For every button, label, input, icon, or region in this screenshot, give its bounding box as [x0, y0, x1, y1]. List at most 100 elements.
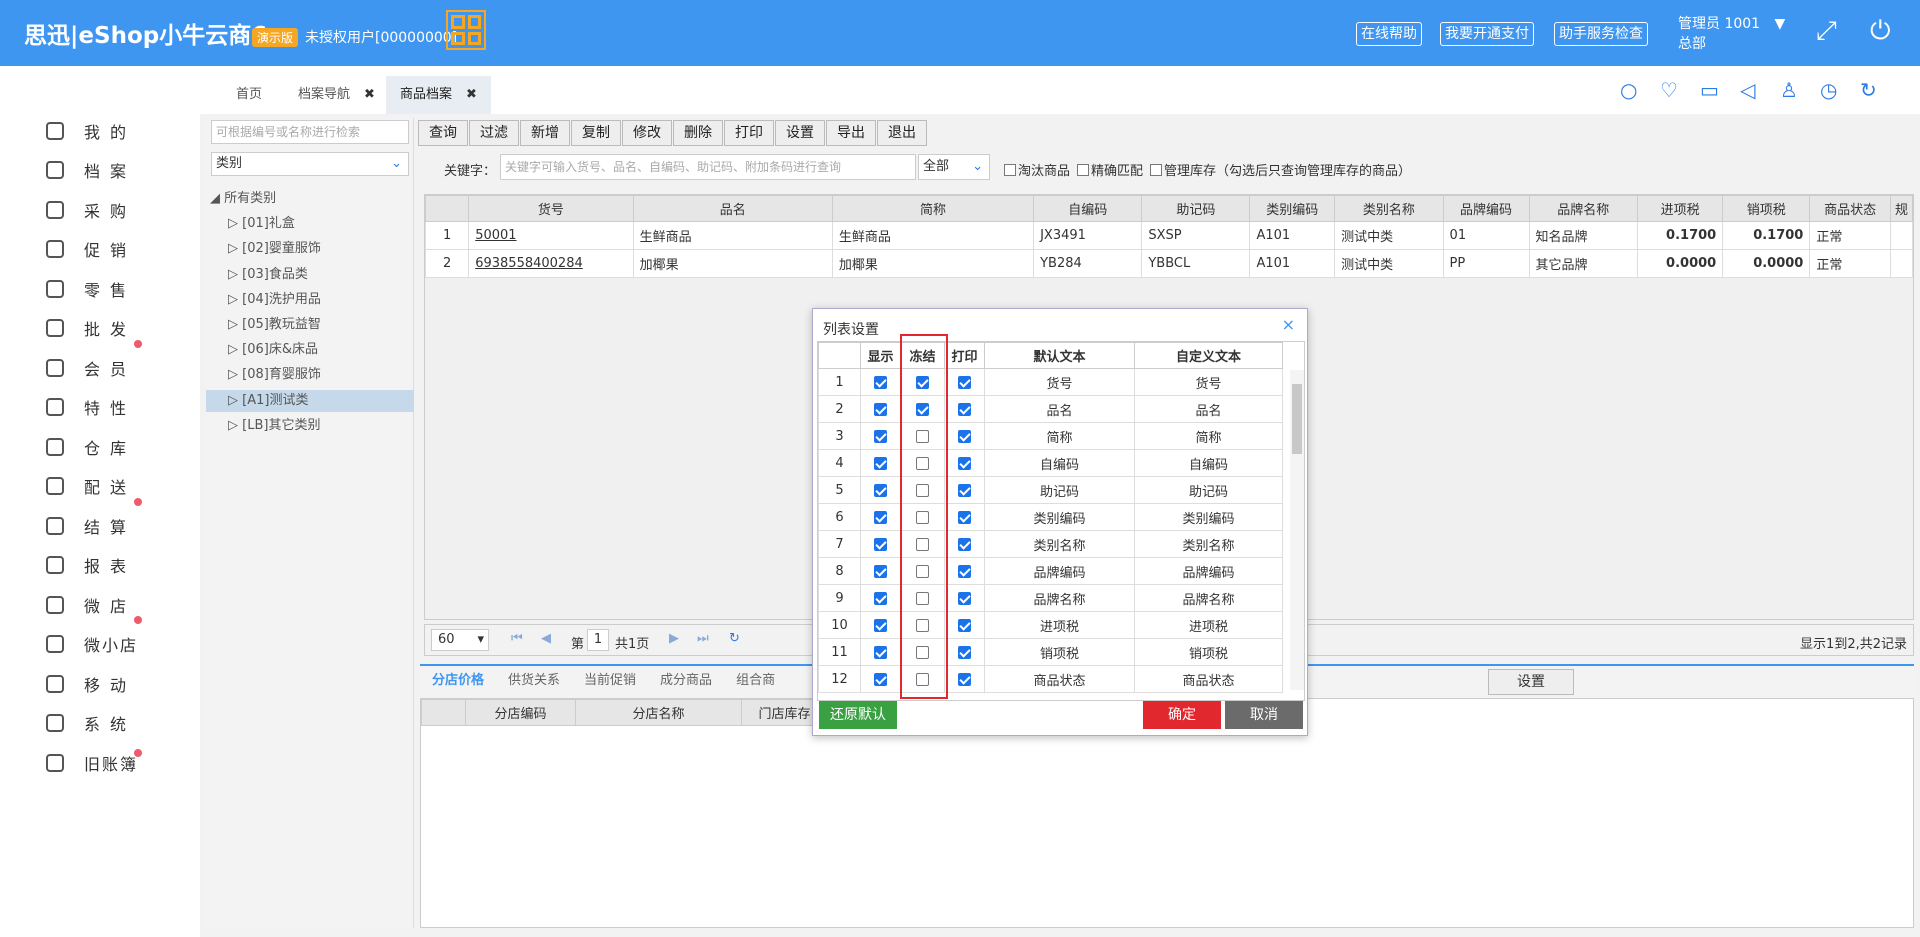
print-checkbox[interactable] — [958, 645, 971, 659]
col-header[interactable]: 助记码 — [1141, 195, 1251, 222]
folder-icon[interactable]: ▭ — [1700, 78, 1719, 102]
qr-code-icon[interactable] — [446, 10, 486, 50]
speaker-icon[interactable]: ◁ — [1740, 78, 1755, 102]
print-checkbox[interactable] — [958, 402, 971, 416]
refresh-icon[interactable]: ↻ — [729, 631, 740, 646]
print-button[interactable]: 打印 — [724, 120, 774, 146]
settings-button[interactable]: 设置 — [775, 120, 825, 146]
sidebar-item-mobile[interactable]: 移动 — [46, 669, 136, 699]
cancel-button[interactable]: 取消 — [1225, 701, 1303, 729]
export-button[interactable]: 导出 — [826, 120, 876, 146]
print-checkbox[interactable] — [958, 456, 971, 470]
sidebar-item-wechat-shop[interactable]: 微店 — [46, 590, 136, 620]
close-icon[interactable]: ✖ — [466, 87, 477, 102]
show-checkbox[interactable] — [874, 375, 887, 389]
confirm-button[interactable]: 确定 — [1143, 701, 1221, 729]
col-header[interactable]: 商品状态 — [1809, 195, 1891, 222]
col-header[interactable]: 规 — [1889, 195, 1913, 222]
tab-components[interactable]: 成分商品 — [648, 668, 724, 694]
show-checkbox[interactable] — [874, 483, 887, 497]
add-button[interactable]: 新增 — [520, 120, 570, 146]
sidebar-item-reports[interactable]: 报表 — [46, 550, 136, 580]
sidebar-item-archive[interactable]: 档案 — [46, 155, 136, 185]
print-checkbox[interactable] — [958, 537, 971, 551]
dialog-scrollbar-thumb[interactable] — [1292, 384, 1302, 454]
clock-icon[interactable]: ◷ — [1820, 78, 1837, 102]
show-checkbox[interactable] — [874, 456, 887, 470]
show-checkbox[interactable] — [874, 537, 887, 551]
table-row[interactable]: 2 6938558400284 加椰果 加椰果 YB284 YBBCL A101… — [425, 249, 1913, 278]
bottom-settings-button[interactable]: 设置 — [1488, 669, 1574, 695]
list-item[interactable]: 7 类别名称 类别名称 — [818, 530, 1283, 558]
tree-item[interactable]: ▷ [03]食品类 — [228, 264, 308, 286]
col-header[interactable]: 自编码 — [1033, 195, 1143, 222]
show-checkbox[interactable] — [874, 402, 887, 416]
col-header[interactable]: 类别名称 — [1334, 195, 1444, 222]
print-checkbox[interactable] — [958, 510, 971, 524]
show-checkbox[interactable] — [874, 591, 887, 605]
chevron-down-icon[interactable]: ▼ — [1775, 16, 1786, 32]
list-item[interactable]: 2 品名 品名 — [818, 395, 1283, 423]
sidebar-item-purchase[interactable]: 采购 — [46, 195, 136, 225]
copy-button[interactable]: 复制 — [571, 120, 621, 146]
print-checkbox[interactable] — [958, 483, 971, 497]
exact-match-checkbox[interactable]: 精确匹配 — [1077, 160, 1143, 179]
page-size-select[interactable]: 60 ▾ — [431, 629, 489, 651]
table-row[interactable]: 1 50001 生鲜商品 生鲜商品 JX3491 SXSP A101 测试中类 … — [425, 221, 1913, 250]
close-icon[interactable]: ✖ — [364, 87, 375, 102]
obsolete-checkbox[interactable]: 淘汰商品 — [1004, 160, 1070, 179]
sidebar-item-old-ledger[interactable]: 旧账簿 — [46, 748, 138, 778]
search-icon[interactable]: ○ — [1620, 78, 1637, 102]
tree-item[interactable]: ▷ [08]育婴服饰 — [228, 364, 321, 386]
delete-button[interactable]: 删除 — [673, 120, 723, 146]
tab-current-promo[interactable]: 当前促销 — [572, 668, 648, 694]
col-header[interactable]: 品牌编码 — [1442, 195, 1530, 222]
page-number-input[interactable]: 1 — [587, 629, 609, 651]
power-icon[interactable]: ⏻ — [1870, 16, 1891, 47]
user-menu[interactable]: 管理员 1001 ▼ 总部 — [1678, 14, 1785, 54]
col-header[interactable]: 简称 — [831, 195, 1035, 222]
list-item[interactable]: 1 货号 货号 — [818, 368, 1283, 396]
list-item[interactable]: 11 销项税 销项税 — [818, 638, 1283, 666]
tab-combo[interactable]: 组合商 — [724, 668, 787, 694]
alarm-icon[interactable]: ♙ — [1780, 78, 1798, 102]
tree-item-selected[interactable]: ▷ [A1]测试类 — [206, 390, 414, 412]
col-header[interactable]: 品名 — [632, 195, 833, 222]
print-checkbox[interactable] — [958, 375, 971, 389]
prev-page-icon[interactable]: ◀ — [541, 631, 551, 646]
sidebar-item-wholesale[interactable]: 批发 — [46, 313, 136, 343]
tab-home[interactable]: 首页 — [222, 76, 276, 114]
keyword-input[interactable]: 关键字可输入货号、品名、自编码、助记码、附加条码进行查询 — [500, 154, 916, 180]
refresh-icon[interactable]: ↻ — [1860, 78, 1877, 102]
show-checkbox[interactable] — [874, 510, 887, 524]
online-help-button[interactable]: 在线帮助 — [1356, 22, 1422, 46]
restore-default-button[interactable]: 还原默认 — [819, 701, 897, 729]
heart-icon[interactable]: ♡ — [1660, 78, 1678, 102]
manage-stock-checkbox[interactable]: 管理库存（勾选后只查询管理库存的商品） — [1150, 160, 1411, 179]
list-item[interactable]: 9 品牌名称 品牌名称 — [818, 584, 1283, 612]
tab-branch-price[interactable]: 分店价格 — [420, 668, 496, 694]
print-checkbox[interactable] — [958, 429, 971, 443]
list-item[interactable]: 3 简称 简称 — [818, 422, 1283, 450]
tab-supply[interactable]: 供货关系 — [496, 668, 572, 694]
tree-item[interactable]: ▷ [05]教玩益智 — [228, 314, 321, 336]
sidebar-item-warehouse[interactable]: 仓库 — [46, 432, 136, 462]
show-checkbox[interactable] — [874, 645, 887, 659]
sidebar-item-system[interactable]: 系统 — [46, 708, 136, 738]
last-page-icon[interactable]: ⏭ — [697, 631, 709, 646]
col-header[interactable]: 进项税 — [1636, 195, 1724, 222]
tree-item[interactable]: ▷ [04]洗护用品 — [228, 289, 321, 311]
exit-button[interactable]: 退出 — [877, 120, 927, 146]
col-header[interactable]: 销项税 — [1722, 195, 1811, 222]
category-search-input[interactable]: 可根据编号或名称进行检索 — [211, 120, 409, 144]
show-checkbox[interactable] — [874, 672, 887, 686]
first-page-icon[interactable]: ⏮ — [511, 631, 523, 646]
query-button[interactable]: 查询 — [418, 120, 468, 146]
tree-item[interactable]: ▷ [06]床&床品 — [228, 339, 318, 361]
tree-item[interactable]: ▷ [02]婴童服饰 — [228, 238, 321, 260]
list-item[interactable]: 4 自编码 自编码 — [818, 449, 1283, 477]
print-checkbox[interactable] — [958, 591, 971, 605]
list-item[interactable]: 5 助记码 助记码 — [818, 476, 1283, 504]
list-item[interactable]: 8 品牌编码 品牌编码 — [818, 557, 1283, 585]
col-header[interactable]: 分店名称 — [575, 699, 742, 726]
